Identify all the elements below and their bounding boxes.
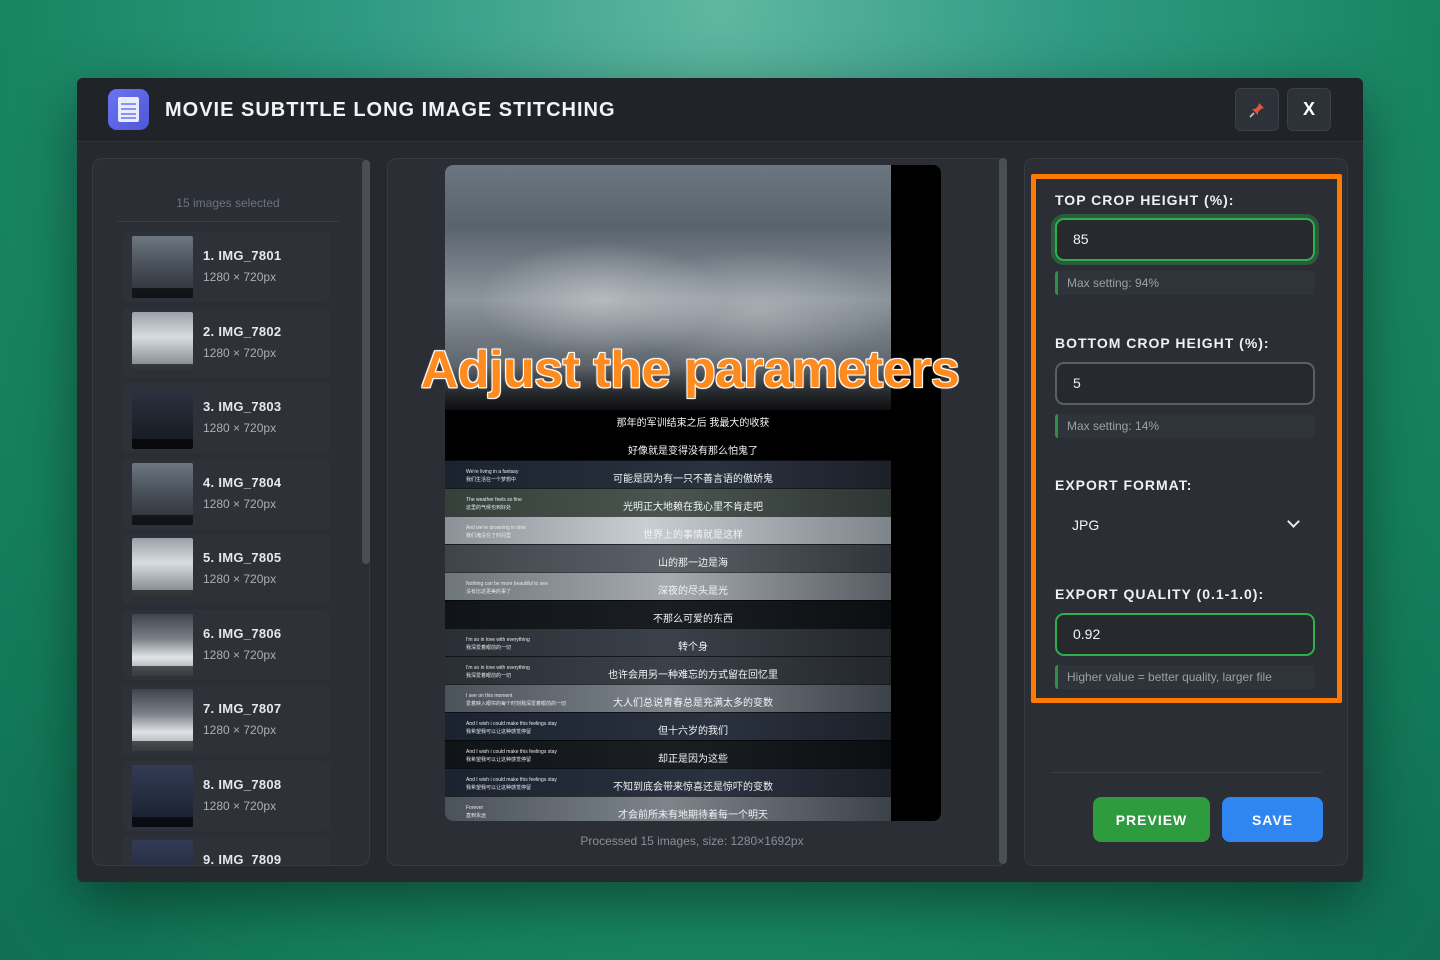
item-size: 1280 × 720px (203, 497, 277, 511)
annotation-overlay-text: Adjust the parameters (420, 341, 960, 399)
subtitle-strip: I'm so in love with everything 我深爱着眼前的一切 … (445, 656, 891, 684)
item-name: 2. IMG_7802 (203, 324, 282, 339)
window-title: MOVIE SUBTITLE LONG IMAGE STITCHING (165, 99, 616, 121)
image-thumbnail (132, 312, 193, 374)
subtitle-strip: 不那么可爱的东西 (445, 600, 891, 628)
title-bar: MOVIE SUBTITLE LONG IMAGE STITCHING X (77, 78, 1363, 142)
item-size: 1280 × 720px (203, 421, 277, 435)
top-crop-hint: Max setting: 94% (1055, 271, 1315, 295)
bottom-crop-input[interactable]: 5 (1055, 362, 1315, 405)
list-item[interactable]: 3. IMG_7803 1280 × 720px (123, 383, 330, 453)
subtitle-strip: And we're drowning in time 我们淹没在了时间里 世界上的… (445, 516, 891, 544)
export-format-label: EXPORT FORMAT: (1055, 477, 1193, 493)
subtitle-strip: And I wish i could make this feelings st… (445, 768, 891, 796)
preview-caption: Processed 15 images, size: 1280×1692px (580, 834, 804, 848)
subtitle-text: 山的那一边是海 (658, 558, 728, 569)
subtitle-text: 那年的军训结束之后 我最大的收获 (616, 418, 770, 429)
top-crop-label: TOP CROP HEIGHT (%): (1055, 192, 1235, 208)
image-thumbnail (132, 689, 193, 751)
list-item[interactable]: 1. IMG_7801 1280 × 720px (123, 232, 330, 302)
list-item[interactable]: 7. IMG_7807 1280 × 720px (123, 685, 330, 755)
list-item[interactable]: 2. IMG_7802 1280 × 720px (123, 308, 330, 378)
item-size: 1280 × 720px (203, 572, 277, 586)
subtitle-strip: 好像就是变得没有那么怕鬼了 (445, 432, 891, 460)
item-size: 1280 × 720px (203, 723, 277, 737)
export-format-value: JPG (1072, 517, 1100, 533)
image-thumbnail (132, 840, 193, 865)
list-divider (118, 221, 338, 222)
app-logo-icon (108, 89, 149, 130)
selected-count: 15 images selected (176, 196, 280, 210)
item-size: 1280 × 720px (203, 346, 277, 360)
export-quality-label: EXPORT QUALITY (0.1-1.0): (1055, 586, 1265, 602)
subtitle-text: 大人们总说青春总是充满太多的变数 (613, 698, 773, 709)
list-item[interactable]: 9. IMG_7809 (123, 836, 330, 866)
subtitle-strip: I see on this moment 爱着映入眼帘的每个时刻我深爱着眼前的一切… (445, 684, 891, 712)
item-size: 1280 × 720px (203, 799, 277, 813)
subtitle-strip: The weather feels so fine 这里的气候也到好处 光明正大地… (445, 488, 891, 516)
subtitle-text: 可能是因为有一只不善言语的傲娇鬼 (613, 474, 773, 485)
subtitle-strip: We're living in a fantasy 我们生活在一个梦想中 可能是因… (445, 460, 891, 488)
image-thumbnail (132, 387, 193, 449)
subtitle-strip: And I wish i could make this feelings st… (445, 740, 891, 768)
image-thumbnail (132, 614, 193, 676)
export-quality-input[interactable]: 0.92 (1055, 613, 1315, 656)
stitched-preview-image: 那年的军训结束之后 我最大的收获 好像就是变得没有那么怕鬼了 We're liv… (445, 165, 941, 821)
chevron-down-icon (1287, 515, 1300, 528)
list-item[interactable]: 5. IMG_7805 1280 × 720px (123, 534, 330, 604)
subtitle-text: 光明正大地赖在我心里不肯走吧 (623, 502, 763, 513)
save-button[interactable]: SAVE (1222, 797, 1323, 842)
subtitle-text: 也许会用另一种难忘的方式留在回忆里 (608, 670, 778, 681)
subtitle-text: 好像就是变得没有那么怕鬼了 (628, 446, 758, 457)
preview-button[interactable]: PREVIEW (1093, 797, 1210, 842)
item-name: 9. IMG_7809 (203, 852, 282, 866)
subtitle-text: 不那么可爱的东西 (653, 614, 733, 625)
subtitle-strip: 山的那一边是海 (445, 544, 891, 572)
subtitle-strip: I'm so in love with everything 我深爱着眼前的一切 … (445, 628, 891, 656)
subtitle-strip: Forever 直到永远 才会前所未有地期待着每一个明天 (445, 796, 891, 821)
image-thumbnail (132, 538, 193, 600)
subtitle-text: 却正是因为这些 (658, 754, 728, 765)
item-name: 1. IMG_7801 (203, 248, 282, 263)
close-button[interactable]: X (1287, 88, 1331, 131)
image-list-scrollbar[interactable] (362, 160, 370, 564)
export-quality-hint: Higher value = better quality, larger fi… (1055, 665, 1315, 689)
pin-icon (1249, 102, 1264, 118)
item-name: 6. IMG_7806 (203, 626, 282, 641)
subtitle-strip: 那年的军训结束之后 我最大的收获 (445, 404, 891, 432)
image-list-panel: 15 images selected 1. IMG_7801 1280 × 72… (92, 158, 370, 866)
item-name: 7. IMG_7807 (203, 701, 282, 716)
image-thumbnail (132, 765, 193, 827)
subtitle-text: 世界上的事情就是这样 (643, 530, 743, 541)
item-name: 5. IMG_7805 (203, 550, 282, 565)
subtitle-text: 不知到底会带来惊喜还是惊吓的变数 (613, 782, 773, 793)
item-size: 1280 × 720px (203, 648, 277, 662)
subtitle-text: 转个身 (678, 642, 708, 653)
subtitle-strip: Nothing can be more beautiful to see 没有比这… (445, 572, 891, 600)
image-thumbnail (132, 463, 193, 525)
list-item[interactable]: 4. IMG_7804 1280 × 720px (123, 459, 330, 529)
item-name: 4. IMG_7804 (203, 475, 282, 490)
bottom-crop-label: BOTTOM CROP HEIGHT (%): (1055, 335, 1270, 351)
list-item[interactable]: 8. IMG_7808 1280 × 720px (123, 761, 330, 831)
list-item[interactable]: 6. IMG_7806 1280 × 720px (123, 610, 330, 680)
subtitle-text: 深夜的尽头是光 (658, 586, 728, 597)
top-crop-input[interactable]: 85 (1055, 218, 1315, 261)
preview-scrollbar[interactable] (999, 158, 1007, 864)
item-name: 8. IMG_7808 (203, 777, 282, 792)
settings-divider (1050, 772, 1322, 773)
subtitle-text: 但十六岁的我们 (658, 726, 728, 737)
pin-button[interactable] (1235, 88, 1279, 131)
item-name: 3. IMG_7803 (203, 399, 282, 414)
subtitle-text: 才会前所未有地期待着每一个明天 (618, 810, 768, 821)
image-thumbnail (132, 236, 193, 298)
bottom-crop-hint: Max setting: 14% (1055, 414, 1315, 438)
item-size: 1280 × 720px (203, 270, 277, 284)
export-format-select[interactable]: JPG (1056, 510, 1316, 540)
subtitle-strip: And I wish i could make this feelings st… (445, 712, 891, 740)
